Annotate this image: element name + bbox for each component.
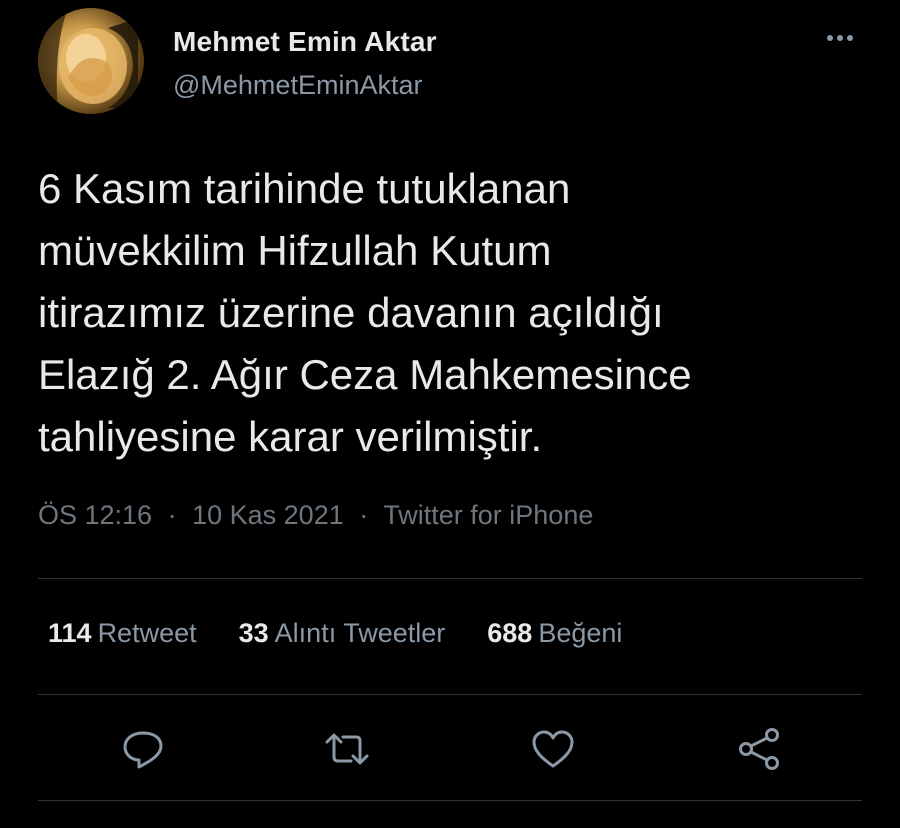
tweet-actions	[0, 724, 900, 774]
user-avatar-photo-icon	[38, 8, 138, 114]
stat-label: Retweet	[97, 618, 197, 648]
stat-number: 33	[238, 618, 269, 648]
like-button[interactable]	[528, 724, 578, 774]
retweet-icon	[325, 733, 369, 765]
divider	[38, 694, 862, 695]
stat-number: 114	[48, 618, 92, 648]
like-count[interactable]: 688 Beğeni	[487, 618, 622, 649]
heart-icon	[532, 730, 574, 768]
tweet-text: 6 Kasım tarihinde tutuklanan müvekkilim …	[38, 165, 692, 460]
author-handle[interactable]: @MehmetEminAktar	[173, 70, 422, 101]
more-dots-icon	[827, 35, 853, 41]
divider	[38, 800, 862, 801]
more-options-button[interactable]	[822, 26, 858, 50]
stat-label: Beğeni	[538, 618, 623, 648]
quote-tweet-count[interactable]: 33 Alıntı Tweetler	[239, 618, 446, 649]
reply-icon	[123, 731, 163, 769]
avatar[interactable]	[38, 8, 144, 114]
reply-button[interactable]	[118, 724, 168, 774]
stat-number: 688	[487, 618, 533, 648]
tweet-date[interactable]: 10 Kas 2021	[192, 500, 344, 530]
retweet-count[interactable]: 114 Retweet	[48, 618, 197, 649]
tweet-time[interactable]: ÖS 12:16	[38, 500, 152, 530]
tweet-stats: 114 Retweet 33 Alıntı Tweetler 688 Beğeni	[48, 618, 664, 649]
tweet-source[interactable]: Twitter for iPhone	[383, 500, 593, 530]
stat-label: Alıntı Tweetler	[274, 618, 446, 648]
retweet-button[interactable]	[322, 724, 372, 774]
share-icon	[739, 728, 779, 770]
meta-separator: ·	[359, 500, 369, 530]
divider	[38, 578, 862, 579]
share-button[interactable]	[734, 724, 784, 774]
meta-separator: ·	[167, 500, 177, 530]
tweet-header: Mehmet Emin Aktar @MehmetEminAktar	[38, 8, 868, 118]
tweet-meta: ÖS 12:16 · 10 Kas 2021 · Twitter for iPh…	[38, 500, 593, 531]
author-name[interactable]: Mehmet Emin Aktar	[173, 26, 437, 58]
